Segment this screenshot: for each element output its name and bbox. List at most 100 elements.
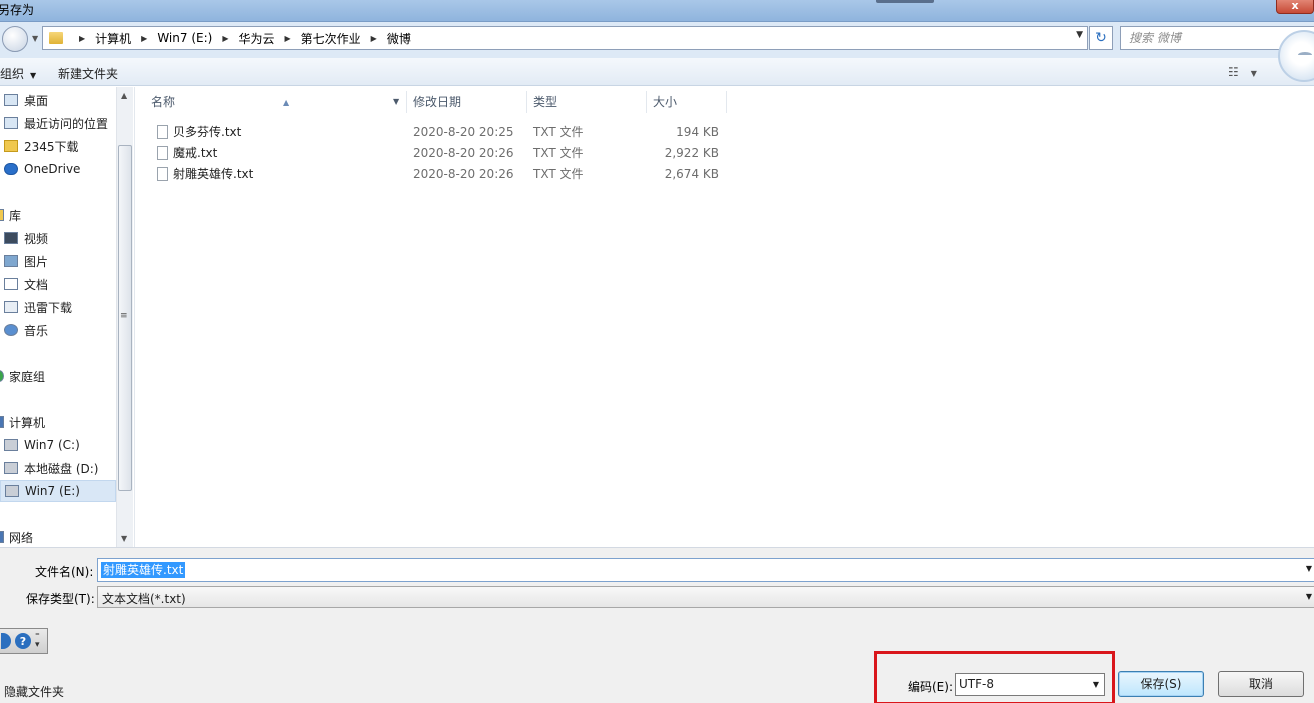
nav-item-documents[interactable]: 文档 <box>0 273 116 295</box>
info-icon <box>1 633 11 649</box>
video-icon <box>4 232 18 244</box>
breadcrumb-computer[interactable]: 计算机 <box>95 30 131 47</box>
text-file-icon <box>157 167 168 181</box>
nav-item-computer[interactable]: 计算机 <box>0 411 116 433</box>
table-row[interactable]: 贝多芬传.txt 2020-8-20 20:25 TXT 文件 194 KB <box>155 122 735 142</box>
nav-item-music[interactable]: 音乐 <box>0 319 116 341</box>
refresh-icon[interactable]: ↻ <box>1089 26 1113 50</box>
breadcrumb-separator-icon[interactable]: ▶ <box>141 34 147 43</box>
save-button[interactable]: 保存(S) <box>1118 671 1204 697</box>
help-icon[interactable]: ? <box>15 633 31 649</box>
file-type: TXT 文件 <box>533 146 584 160</box>
chevron-down-icon: ▼ <box>30 71 37 80</box>
breadcrumb: ▶ 计算机 ▶ Win7 (E:) ▶ 华为云 ▶ 第七次作业 ▶ 微博 <box>69 30 411 47</box>
breadcrumb-weibo[interactable]: 微博 <box>387 30 411 47</box>
mascot-eyes <box>1298 52 1312 58</box>
help-toolbar[interactable]: ? ⁼ ▾ <box>0 628 48 654</box>
new-folder-button[interactable]: 新建文件夹 <box>58 65 118 82</box>
nav-item-drive-d[interactable]: 本地磁盘 (D:) <box>0 457 116 479</box>
picture-icon <box>4 255 18 267</box>
breadcrumb-separator-icon[interactable]: ▶ <box>284 34 290 43</box>
breadcrumb-homework[interactable]: 第七次作业 <box>301 30 361 47</box>
nav-item-video[interactable]: 视频 <box>0 227 116 249</box>
nav-item-xunlei[interactable]: 迅雷下载 <box>0 296 116 318</box>
chevron-down-icon[interactable]: ▼ <box>1306 564 1312 573</box>
scroll-up-icon[interactable]: ▲ <box>121 91 127 100</box>
organize-label: 组织 <box>0 67 25 81</box>
nav-item-label: 图片 <box>24 254 49 269</box>
network-icon <box>0 531 4 543</box>
breadcrumb-separator-icon[interactable]: ▶ <box>222 34 228 43</box>
close-button[interactable]: x <box>1276 0 1314 14</box>
file-name: 魔戒.txt <box>173 146 218 160</box>
nav-item-drive-e[interactable]: Win7 (E:) <box>0 480 116 502</box>
view-icon: ☷ <box>1228 65 1239 79</box>
breadcrumb-separator-icon[interactable]: ▶ <box>371 34 377 43</box>
overflow-icon[interactable]: ⁼ ▾ <box>35 633 40 650</box>
column-header-name[interactable]: 名称 ▲ <box>145 91 407 113</box>
filetype-select[interactable]: 文本文档(*.txt) ▼ <box>97 586 1314 608</box>
filetype-label: 保存类型(T): <box>26 592 95 606</box>
file-name: 射雕英雄传.txt <box>173 167 254 181</box>
encoding-select[interactable]: UTF-8 ▼ <box>955 673 1105 696</box>
file-list: 名称 ▲ ▼ 修改日期 类型 大小 贝多芬传.txt 2020-8-20 20:2… <box>134 87 1314 547</box>
nav-item-label: 最近访问的位置 <box>24 116 109 131</box>
back-button[interactable] <box>2 26 28 52</box>
nav-item-drive-c[interactable]: Win7 (C:) <box>0 434 116 456</box>
file-size: 2,674 KB <box>664 167 719 181</box>
file-name: 贝多芬传.txt <box>173 125 242 139</box>
nav-item-2345-download[interactable]: 2345下载 <box>0 135 116 157</box>
table-row[interactable]: 魔戒.txt 2020-8-20 20:26 TXT 文件 2,922 KB <box>155 143 735 163</box>
nav-item-homegroup[interactable]: 家庭组 <box>0 365 116 387</box>
organize-button[interactable]: 组织 ▼ <box>0 65 36 82</box>
library-icon <box>0 209 4 221</box>
file-type: TXT 文件 <box>533 167 584 181</box>
breadcrumb-drive-e[interactable]: Win7 (E:) <box>157 31 212 45</box>
nav-item-library[interactable]: 库 <box>0 204 116 226</box>
nav-item-label: Win7 (C:) <box>24 438 80 452</box>
file-date: 2020-8-20 20:26 <box>413 146 514 160</box>
table-row[interactable]: 射雕英雄传.txt 2020-8-20 20:26 TXT 文件 2,674 K… <box>155 164 735 184</box>
address-row: ▼ ▶ 计算机 ▶ Win7 (E:) ▶ 华为云 ▶ 第七次作业 ▶ 微博 ▼… <box>0 22 1314 58</box>
hide-folders-toggle[interactable]: 隐藏文件夹 <box>4 683 64 700</box>
filename-field[interactable]: 射雕英雄传.txt ▼ <box>97 558 1314 582</box>
nav-item-label: 家庭组 <box>9 369 46 384</box>
music-icon <box>4 324 18 336</box>
address-bar[interactable]: ▶ 计算机 ▶ Win7 (E:) ▶ 华为云 ▶ 第七次作业 ▶ 微博 ▼ <box>42 26 1088 50</box>
nav-item-onedrive[interactable]: OneDrive <box>0 158 116 180</box>
nav-item-label: 本地磁盘 (D:) <box>24 461 99 476</box>
recent-icon <box>4 117 18 129</box>
breadcrumb-huaweiyun[interactable]: 华为云 <box>238 30 274 47</box>
history-dropdown-icon[interactable]: ▼ <box>32 34 38 43</box>
nav-item-label: 音乐 <box>24 323 49 338</box>
nav-item-label: 迅雷下载 <box>24 300 73 315</box>
scroll-down-icon[interactable]: ▼ <box>121 534 127 543</box>
encoding-value: UTF-8 <box>959 677 994 691</box>
desktop-icon <box>4 94 18 106</box>
nav-item-desktop[interactable]: 桌面 <box>0 89 116 111</box>
cancel-button[interactable]: 取消 <box>1218 671 1304 697</box>
nav-item-recent[interactable]: 最近访问的位置 <box>0 112 116 134</box>
column-header-size[interactable]: 大小 <box>647 91 727 113</box>
scroll-grip-icon: ≡ <box>120 311 128 321</box>
column-filter-dropdown-icon[interactable]: ▼ <box>393 91 399 113</box>
text-file-icon <box>157 146 168 160</box>
drive-icon <box>4 439 18 451</box>
titlebar-button[interactable] <box>876 0 934 3</box>
nav-item-pictures[interactable]: 图片 <box>0 250 116 272</box>
column-header-date[interactable]: 修改日期 <box>407 91 527 113</box>
encoding-label: 编码(E): <box>908 680 953 694</box>
view-options-button[interactable]: ☷ ▼ <box>1228 65 1257 79</box>
breadcrumb-separator-icon[interactable]: ▶ <box>79 34 85 43</box>
nav-item-network[interactable]: 网络 <box>0 526 116 548</box>
nav-item-label: OneDrive <box>24 162 81 176</box>
nav-item-label: 库 <box>9 208 22 223</box>
nav-scrollbar[interactable]: ▲ ≡ ▼ <box>116 87 133 547</box>
toolbar: 组织 ▼ 新建文件夹 ☷ ▼ <box>0 58 1314 86</box>
nav-item-label: 计算机 <box>9 415 46 430</box>
nav-item-label: 桌面 <box>24 93 49 108</box>
column-header-type[interactable]: 类型 <box>527 91 647 113</box>
nav-item-label: 文档 <box>24 277 49 292</box>
text-file-icon <box>157 125 168 139</box>
address-dropdown-icon[interactable]: ▼ <box>1076 30 1083 40</box>
